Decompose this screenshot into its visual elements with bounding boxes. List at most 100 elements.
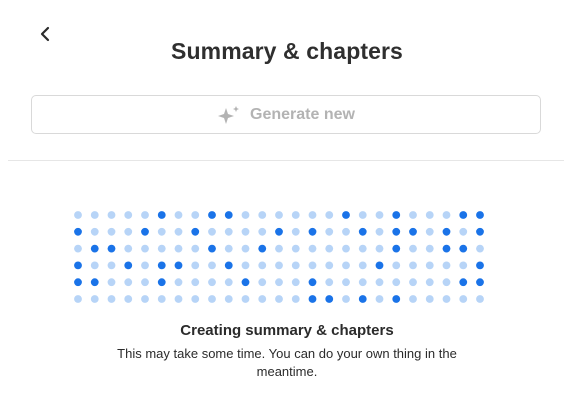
loading-dot-active	[74, 227, 82, 236]
loading-dot	[224, 278, 233, 287]
loading-dot	[392, 278, 401, 287]
loading-dot-active	[141, 227, 149, 236]
loading-dot	[375, 211, 384, 219]
loading-dot-active	[358, 295, 367, 303]
loading-dot-active	[476, 261, 484, 270]
loading-dot	[409, 261, 417, 270]
loading-dot-active	[325, 295, 334, 303]
loading-dot	[241, 211, 250, 219]
loading-dot	[275, 244, 283, 253]
loading-dot	[258, 261, 267, 270]
loading-dot-active	[74, 278, 82, 287]
loading-dot	[208, 278, 216, 287]
loading-dot	[358, 261, 367, 270]
loading-dot-active	[392, 244, 401, 253]
loading-dot	[241, 244, 250, 253]
loading-dot	[141, 295, 149, 303]
loading-dot	[157, 295, 166, 303]
loading-dot	[174, 244, 183, 253]
status-title: Creating summary & chapters	[180, 322, 394, 339]
loading-dot-active	[275, 227, 283, 236]
loading-dot	[208, 261, 216, 270]
loading-dot	[291, 227, 300, 236]
loading-dot-active	[174, 261, 183, 270]
loading-dot	[258, 211, 267, 219]
loading-dot	[308, 211, 317, 219]
loading-dot	[375, 227, 384, 236]
loading-dot	[375, 278, 384, 287]
loading-dot	[141, 244, 149, 253]
loading-dot	[425, 244, 434, 253]
loading-dot	[107, 227, 116, 236]
loading-dot	[375, 295, 384, 303]
loading-dot	[107, 295, 116, 303]
loading-dot	[208, 295, 216, 303]
loading-dot	[275, 211, 283, 219]
loading-dot	[107, 211, 116, 219]
loading-dot	[442, 261, 451, 270]
loading-dot-active	[476, 227, 484, 236]
loading-dot	[74, 295, 82, 303]
loading-dot-active	[459, 244, 468, 253]
loading-dot-active	[90, 244, 99, 253]
loading-dot-active	[208, 211, 216, 219]
loading-dot	[358, 278, 367, 287]
loading-dot	[258, 278, 267, 287]
loading-dot	[308, 261, 317, 270]
loading-dot	[258, 295, 267, 303]
loading-dot	[442, 211, 451, 219]
loading-dot	[425, 295, 434, 303]
loading-dot	[275, 295, 283, 303]
loading-dot	[291, 278, 300, 287]
loading-dot	[459, 227, 468, 236]
loading-dot	[425, 211, 434, 219]
loading-dot	[325, 211, 334, 219]
loading-dot	[90, 261, 99, 270]
loading-dot	[124, 227, 133, 236]
status-message: This may take some time. You can do your…	[117, 346, 457, 379]
loading-dot-active	[191, 227, 200, 236]
loading-dot	[476, 244, 484, 253]
loading-dot	[241, 227, 250, 236]
loading-dot-active	[442, 244, 451, 253]
loading-dot	[442, 295, 451, 303]
loading-dot-active	[476, 278, 484, 287]
loading-dot-active	[459, 278, 468, 287]
loading-dot	[459, 261, 468, 270]
loading-dot	[124, 244, 133, 253]
loading-dot	[191, 244, 200, 253]
loading-dot	[74, 211, 82, 219]
loading-dot-active	[308, 227, 317, 236]
loading-dot	[342, 227, 350, 236]
loading-dot	[358, 244, 367, 253]
loading-dot	[141, 261, 149, 270]
loading-dot-active	[459, 211, 468, 219]
loading-dot	[107, 278, 116, 287]
loading-dot-active	[409, 227, 417, 236]
loading-dot-active	[442, 227, 451, 236]
loading-dot	[157, 244, 166, 253]
loading-dot	[392, 261, 401, 270]
loading-dot	[90, 295, 99, 303]
loading-dot	[90, 227, 99, 236]
loading-dot	[409, 295, 417, 303]
loading-dot-active	[358, 227, 367, 236]
loading-dot	[325, 244, 334, 253]
loading-dot	[191, 295, 200, 303]
loading-dot	[107, 261, 116, 270]
loading-dot	[174, 295, 183, 303]
loading-dot-active	[308, 295, 317, 303]
loading-dot	[409, 244, 417, 253]
loading-dot-active	[157, 261, 166, 270]
loading-dot	[358, 211, 367, 219]
loading-dot	[90, 211, 99, 219]
loading-dot-active	[392, 211, 401, 219]
loading-dot-active	[258, 244, 267, 253]
loading-dot	[258, 227, 267, 236]
loading-dot	[425, 278, 434, 287]
loading-dot-active	[107, 244, 116, 253]
loading-dot-active	[375, 261, 384, 270]
loading-dot	[325, 261, 334, 270]
loading-dot	[224, 227, 233, 236]
loading-dot-active	[224, 211, 233, 219]
